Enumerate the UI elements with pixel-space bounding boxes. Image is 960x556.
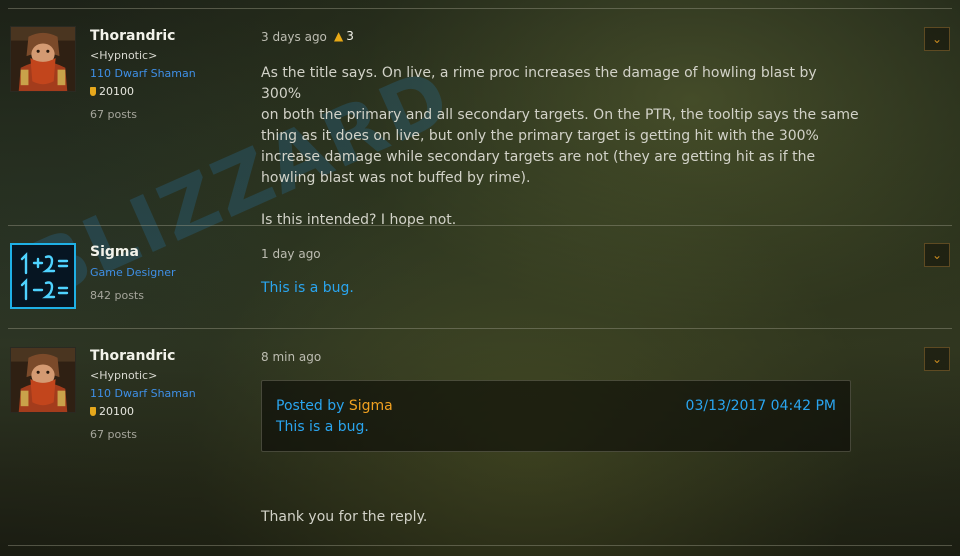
post-body-line: thing as it does on live, but only the p…	[261, 128, 819, 144]
quote-header: Posted by Sigma	[276, 398, 393, 414]
quote-author[interactable]: Sigma	[349, 398, 393, 414]
like-count[interactable]: ▲ 3	[334, 29, 354, 43]
quote-text: This is a bug.	[276, 419, 369, 435]
post-timestamp[interactable]: 1 day ago	[261, 247, 321, 261]
author-post-count: 67 posts	[90, 428, 137, 441]
divider	[8, 8, 952, 9]
achievement-points-value: 20100	[99, 85, 134, 98]
post-body: Thank you for the reply.	[261, 509, 428, 525]
post-body-line: increase damage while secondary targets …	[261, 149, 816, 165]
author-post-count: 67 posts	[90, 108, 137, 121]
quote-prefix: Posted by	[276, 398, 349, 414]
chevron-down-icon: ⌄	[931, 352, 943, 366]
author-guild[interactable]: <Hypnotic>	[90, 49, 157, 62]
achievement-points: 20100	[90, 405, 134, 418]
post-menu-button[interactable]: ⌄	[924, 27, 950, 51]
divider	[8, 328, 952, 329]
author-title: Game Designer	[90, 266, 176, 279]
author-guild[interactable]: <Hypnotic>	[90, 369, 157, 382]
dwarf-avatar-icon[interactable]	[10, 347, 76, 413]
post-menu-button[interactable]: ⌄	[924, 347, 950, 371]
quote-date[interactable]: 03/13/2017 04:42 PM	[686, 398, 836, 414]
author-name[interactable]: Thorandric	[90, 348, 175, 364]
blue-formula-avatar-icon[interactable]	[10, 243, 76, 309]
chevron-down-icon: ⌄	[931, 248, 943, 262]
author-post-count: 842 posts	[90, 289, 144, 302]
post-timestamp[interactable]: 8 min ago	[261, 350, 321, 364]
post-body: As the title says. On live, a rime proc …	[261, 63, 861, 231]
chevron-down-icon: ⌄	[931, 32, 943, 46]
author-class: 110 Dwarf Shaman	[90, 387, 196, 400]
post-body-line: Is this intended? I hope not.	[261, 212, 457, 228]
thumbs-up-icon[interactable]: ▲	[334, 29, 343, 43]
author-name[interactable]: Sigma	[90, 244, 139, 260]
quote-block: Posted by Sigma 03/13/2017 04:42 PM This…	[261, 380, 851, 452]
shield-icon	[90, 87, 96, 96]
post-body-line: on both the primary and all secondary ta…	[261, 107, 859, 123]
divider	[8, 545, 952, 546]
post-menu-button[interactable]: ⌄	[924, 243, 950, 267]
post-body-line: howling blast was not buffed by rime).	[261, 170, 531, 186]
divider	[8, 225, 952, 226]
post-body-line: As the title says. On live, a rime proc …	[261, 65, 817, 102]
author-class: 110 Dwarf Shaman	[90, 67, 196, 80]
like-count-value: 3	[346, 29, 354, 43]
dwarf-avatar-icon[interactable]	[10, 26, 76, 92]
shield-icon	[90, 407, 96, 416]
achievement-points: 20100	[90, 85, 134, 98]
author-name[interactable]: Thorandric	[90, 28, 175, 44]
post-timestamp[interactable]: 3 days ago	[261, 30, 327, 44]
post-body: This is a bug.	[261, 280, 354, 296]
achievement-points-value: 20100	[99, 405, 134, 418]
